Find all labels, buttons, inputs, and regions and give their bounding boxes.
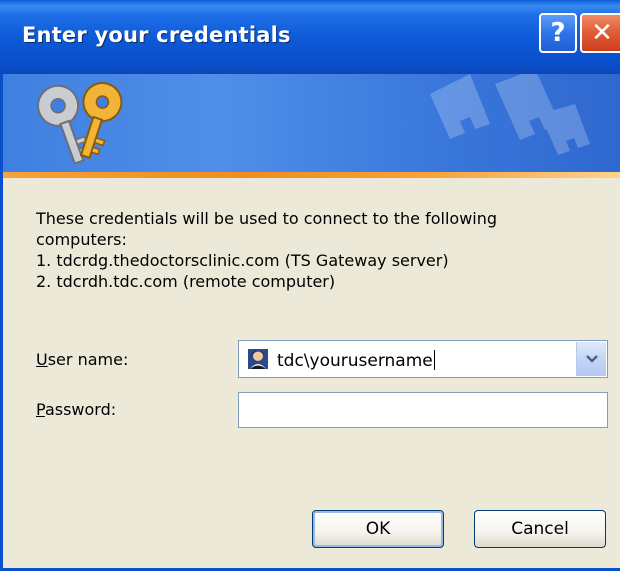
username-dropdown-button[interactable] xyxy=(576,342,606,376)
password-field[interactable] xyxy=(238,392,608,428)
message-line: These credentials will be used to connec… xyxy=(36,209,498,228)
window-left-border xyxy=(0,74,3,571)
password-label-accelerator: P xyxy=(36,400,45,419)
text-cursor xyxy=(433,350,435,370)
keys-icon xyxy=(37,82,123,165)
username-input[interactable]: tdc\yourusername xyxy=(277,350,435,371)
message-line: computers: xyxy=(36,230,127,249)
username-label-text: ser name: xyxy=(47,350,129,369)
dialog-title: Enter your credentials xyxy=(22,23,291,47)
username-combobox[interactable]: tdc\yourusername xyxy=(238,340,608,378)
cancel-button[interactable]: Cancel xyxy=(474,510,606,548)
help-button[interactable]: ? xyxy=(539,13,577,53)
close-button[interactable]: ✕ xyxy=(580,13,620,53)
password-label-text: assword: xyxy=(44,400,117,419)
password-label: Password: xyxy=(36,400,116,419)
title-bar[interactable]: Enter your credentials ? ✕ xyxy=(0,0,620,74)
message-line: 2. tdcrdh.tdc.com (remote computer) xyxy=(36,272,336,291)
close-icon: ✕ xyxy=(591,18,613,48)
credentials-dialog: Enter your credentials ? ✕ These credent… xyxy=(0,0,620,571)
chevron-down-icon xyxy=(585,355,598,363)
message-line: 1. tdcrdg.thedoctorsclinic.com (TS Gatew… xyxy=(36,251,449,270)
keys-watermark-icon xyxy=(430,74,590,155)
username-value: tdc\yourusername xyxy=(277,351,433,371)
connection-message: These credentials will be used to connec… xyxy=(36,208,596,292)
user-icon xyxy=(248,349,268,369)
username-label: User name: xyxy=(36,350,128,369)
ok-button[interactable]: OK xyxy=(312,510,444,548)
username-label-accelerator: U xyxy=(36,350,48,369)
banner-accent-stripe xyxy=(0,172,620,178)
help-icon: ? xyxy=(550,18,566,48)
